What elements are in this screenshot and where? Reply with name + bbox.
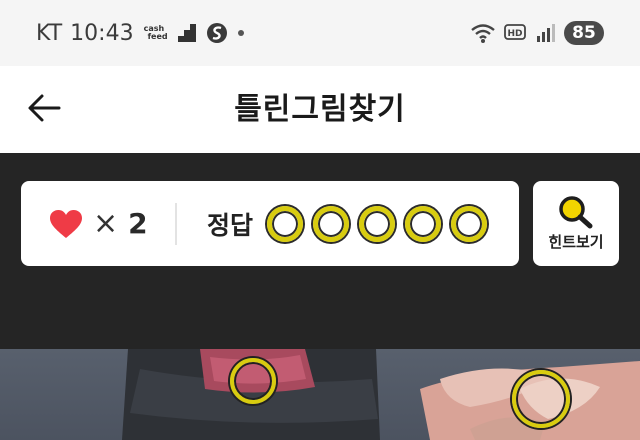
stairs-icon: [177, 24, 196, 42]
answer-slot: [359, 205, 396, 242]
answer-slot: [405, 205, 442, 242]
puzzle-image[interactable]: [0, 349, 640, 440]
heart-icon: [50, 209, 82, 238]
cashfeed-bottom-text: feed: [147, 32, 168, 41]
status-bar-left: KT 10:43 cash feed: [36, 18, 244, 48]
page-title: 틀린그림찾기: [234, 92, 406, 127]
hd-voice-icon: HD: [504, 24, 526, 40]
score-card: × 2 정답: [21, 181, 519, 266]
clock-time: 10:43: [70, 20, 134, 46]
found-marker: [230, 358, 276, 404]
divider: [175, 203, 177, 245]
carrier-label: KT: [36, 20, 63, 46]
answer-slot: [451, 205, 488, 242]
magnifier-icon: [559, 196, 593, 229]
lives-multiplier: ×: [93, 206, 119, 241]
lives-indicator: × 2: [49, 181, 148, 266]
answer-slot: [313, 205, 350, 242]
app-header: 틀린그림찾기: [0, 66, 640, 153]
hint-label: 힌트보기: [548, 233, 604, 251]
battery-badge: 85: [564, 21, 604, 45]
found-marker: [512, 370, 570, 428]
status-bar-right: HD 85: [470, 18, 604, 48]
answers-tracker: 정답: [207, 181, 488, 266]
answer-slot: [267, 205, 304, 242]
signal-icon: [537, 24, 555, 42]
hint-button[interactable]: 힌트보기: [533, 181, 619, 266]
game-panel: × 2 정답 힌트보기: [0, 153, 640, 349]
hd-label: HD: [507, 29, 522, 39]
cashfeed-icon: cash feed: [144, 25, 168, 41]
answers-label: 정답: [207, 210, 254, 240]
notification-dot-icon: [237, 30, 244, 36]
status-bar: KT 10:43 cash feed HD 85: [0, 0, 640, 66]
app-s-icon: [206, 23, 227, 43]
lives-count: 2: [128, 207, 148, 240]
wifi-icon: [471, 24, 495, 43]
